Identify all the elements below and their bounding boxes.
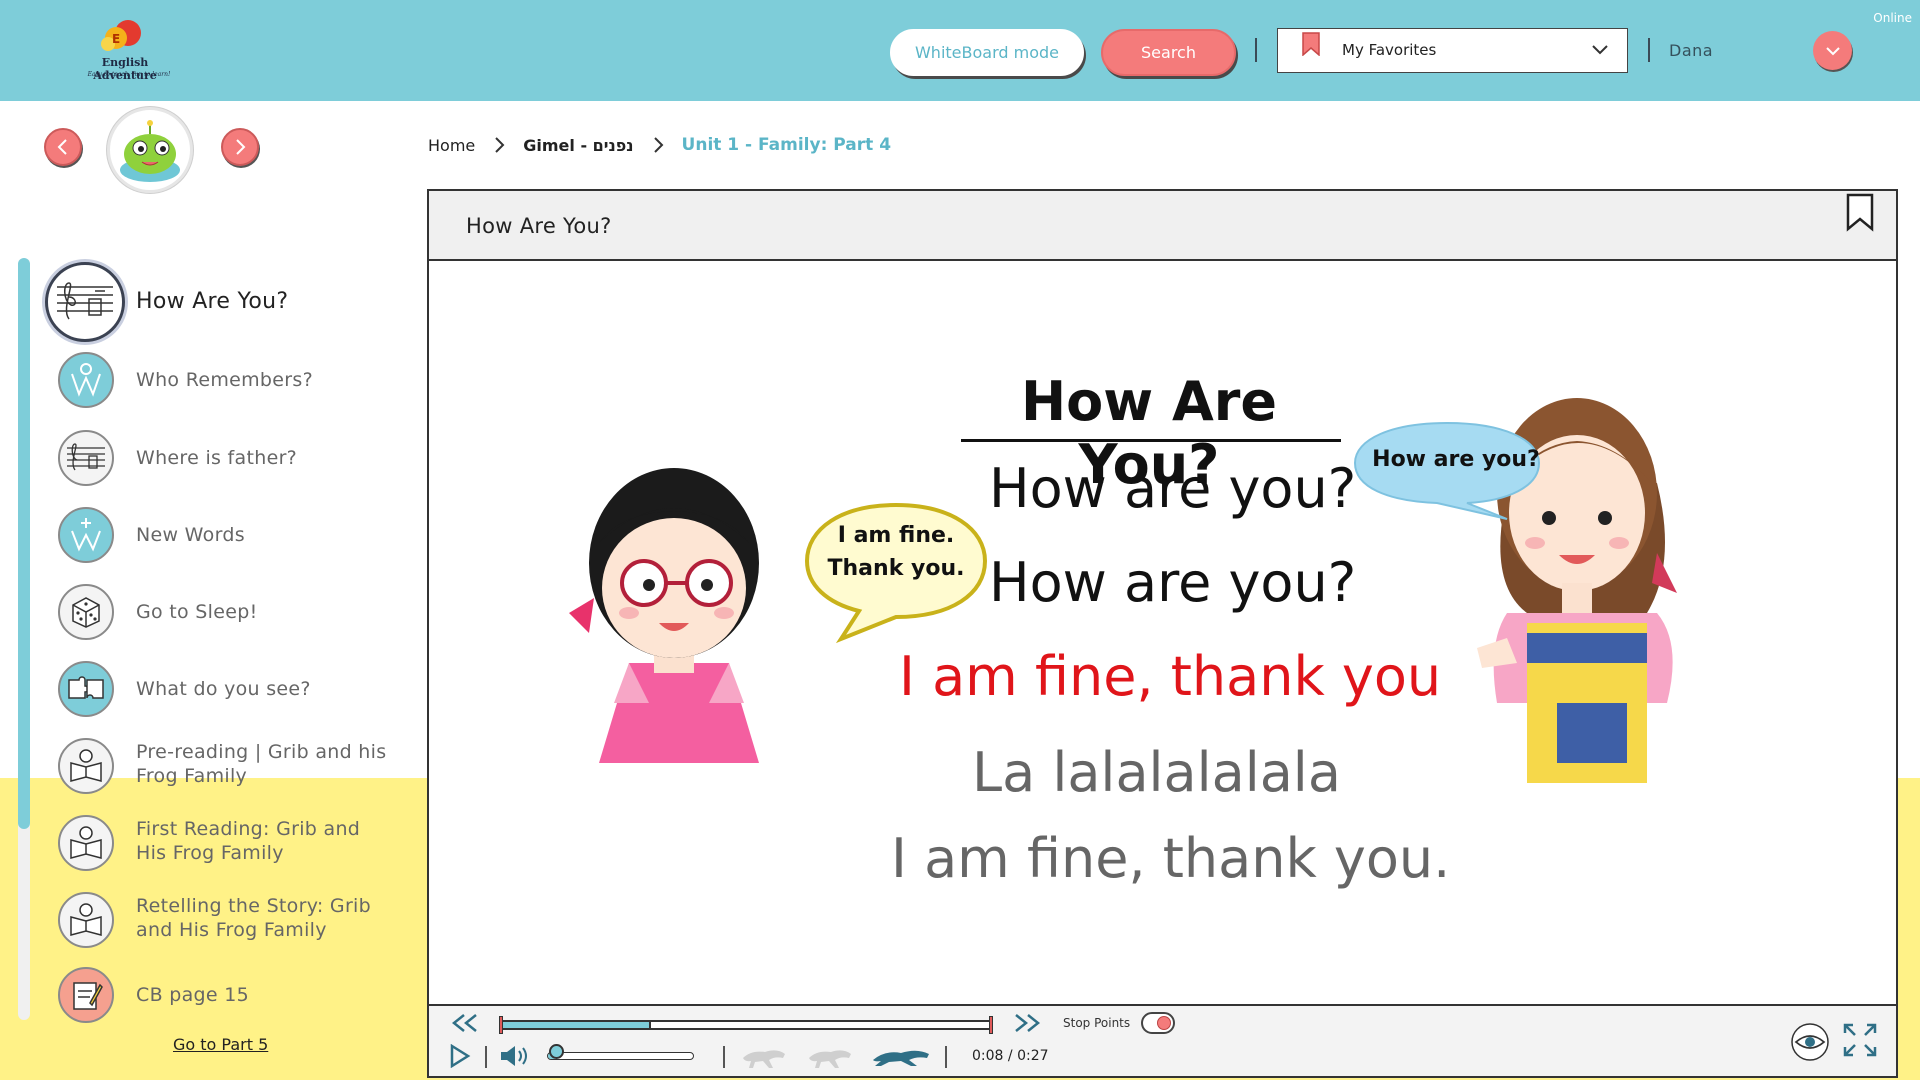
lyric-line-highlighted: I am fine, thank you: [899, 645, 1442, 708]
controls-divider: [723, 1046, 725, 1068]
breadcrumb: Home Gimel - נפנים Unit 1 - Family: Part…: [428, 133, 891, 157]
lesson-label: First Reading: Grib and His Frog Family: [136, 818, 361, 864]
favorites-label: My Favorites: [1342, 41, 1437, 59]
chevron-down-icon: [1592, 45, 1608, 55]
slow-speed-icon[interactable]: [739, 1044, 791, 1070]
toggle-knob: [1157, 1016, 1171, 1030]
breadcrumb-current: Unit 1 - Family: Part 4: [681, 135, 892, 155]
whiteboard-mode-button[interactable]: WhiteBoard mode: [890, 29, 1084, 76]
brand-logo[interactable]: E English Adventure Easy to teach, fun t…: [62, 16, 182, 82]
duration: 0:27: [1017, 1048, 1049, 1064]
normal-speed-icon[interactable]: [805, 1044, 857, 1070]
top-bar: E English Adventure Easy to teach, fun t…: [0, 0, 1920, 101]
music-sheet-icon: [45, 262, 125, 342]
lyric-line: I am fine, thank you.: [891, 827, 1451, 890]
time-readout: 0:08 / 0:27: [972, 1048, 1049, 1064]
search-button[interactable]: Search: [1101, 29, 1236, 76]
music-sheet-icon: [58, 430, 114, 486]
svg-text:E: E: [112, 32, 120, 46]
workbook-icon: [58, 967, 114, 1023]
fullscreen-icon[interactable]: [1842, 1022, 1878, 1058]
girl-with-glasses-illustration: [569, 468, 759, 763]
lesson-label: New Words: [136, 524, 245, 546]
mascot-avatar: [107, 107, 193, 193]
brand-name: English Adventure: [93, 56, 157, 82]
logo-balls-icon: E: [101, 20, 141, 51]
puzzle-icon: [58, 661, 114, 717]
chevron-right-icon: [653, 137, 663, 153]
player-header: How Are You?: [429, 191, 1896, 261]
eye-view-icon[interactable]: [1790, 1022, 1830, 1062]
lyric-line: La lalalalalala: [972, 741, 1341, 804]
reading-icon: [58, 738, 114, 794]
fast-speed-icon[interactable]: [871, 1044, 933, 1070]
go-to-next-part-link[interactable]: Go to Part 5: [173, 1035, 268, 1054]
lesson-label: CB page 15: [136, 984, 250, 1006]
header-divider: [1255, 38, 1257, 62]
chevron-down-icon: [1825, 46, 1840, 55]
favorites-dropdown[interactable]: My Favorites: [1277, 28, 1628, 73]
brand-tagline: Easy to teach, fun to learn!: [87, 71, 171, 78]
speech-bubble-line: I am fine.: [837, 523, 955, 548]
progress-bar[interactable]: [501, 1020, 991, 1030]
rewind-icon[interactable]: [449, 1012, 481, 1034]
play-icon[interactable]: [449, 1044, 471, 1068]
stop-points-toggle[interactable]: [1141, 1012, 1175, 1034]
fast-forward-icon[interactable]: [1011, 1012, 1043, 1034]
progress-end-marker[interactable]: [989, 1016, 993, 1034]
sidebar-scroll-thumb[interactable]: [18, 258, 30, 829]
header-divider: [1648, 38, 1650, 62]
lyric-line: How are you?: [989, 457, 1357, 520]
dice-icon: [58, 584, 114, 640]
speech-bubble-line: Thank you.: [827, 556, 965, 581]
bookmark-icon[interactable]: [1844, 193, 1876, 233]
lesson-label: What do you see?: [136, 678, 311, 700]
chevron-right-icon: [236, 139, 246, 155]
lesson-label: Go to Sleep!: [136, 601, 258, 623]
next-lesson-button[interactable]: [221, 128, 259, 166]
word-plus-icon: [58, 507, 114, 563]
user-name: Dana: [1669, 41, 1714, 60]
video-player: How Are You? I am fine. Thank you. How a…: [427, 189, 1898, 1078]
player-controls: Stop Points 0:08 / 0:27: [429, 1004, 1896, 1076]
mascot-icon: [120, 120, 180, 182]
volume-knob[interactable]: [548, 1044, 564, 1059]
player-title: How Are You?: [466, 214, 612, 238]
lesson-label: Pre-reading | Grib and his Frog Family: [136, 741, 387, 787]
controls-divider: [485, 1046, 487, 1068]
bookmark-icon: [1302, 32, 1320, 56]
song-title-underline: [961, 439, 1341, 442]
stop-points-label: Stop Points: [1063, 1016, 1131, 1030]
speech-bubble-left-text: I am fine. Thank you.: [821, 519, 971, 585]
word-refresh-icon: [58, 352, 114, 408]
controls-divider: [945, 1046, 947, 1068]
reading-icon: [58, 815, 114, 871]
chevron-right-icon: [495, 137, 505, 153]
progress-fill: [503, 1022, 649, 1028]
progress-marker: [648, 1022, 651, 1028]
lesson-label: Retelling the Story: Grib and His Frog F…: [136, 895, 371, 941]
volume-icon[interactable]: [499, 1044, 531, 1068]
reading-icon: [58, 892, 114, 948]
lyric-line: How are you?: [989, 551, 1357, 614]
current-time: 0:08: [972, 1048, 1004, 1064]
time-separator: /: [1007, 1048, 1013, 1064]
user-menu-button[interactable]: [1813, 31, 1852, 70]
breadcrumb-level[interactable]: Gimel - נפנים: [523, 136, 633, 155]
video-frame[interactable]: I am fine. Thank you. How are you? How A…: [429, 263, 1896, 1006]
online-status: Online: [1873, 11, 1912, 25]
lesson-label: Where is father?: [136, 447, 298, 469]
breadcrumb-home[interactable]: Home: [428, 136, 475, 155]
previous-lesson-button[interactable]: [44, 128, 82, 166]
volume-slider[interactable]: [547, 1052, 694, 1060]
progress-start-marker[interactable]: [499, 1016, 503, 1034]
chevron-left-icon: [57, 139, 67, 155]
lesson-label: How Are You?: [136, 289, 289, 314]
lesson-label: Who Remembers?: [136, 369, 313, 391]
